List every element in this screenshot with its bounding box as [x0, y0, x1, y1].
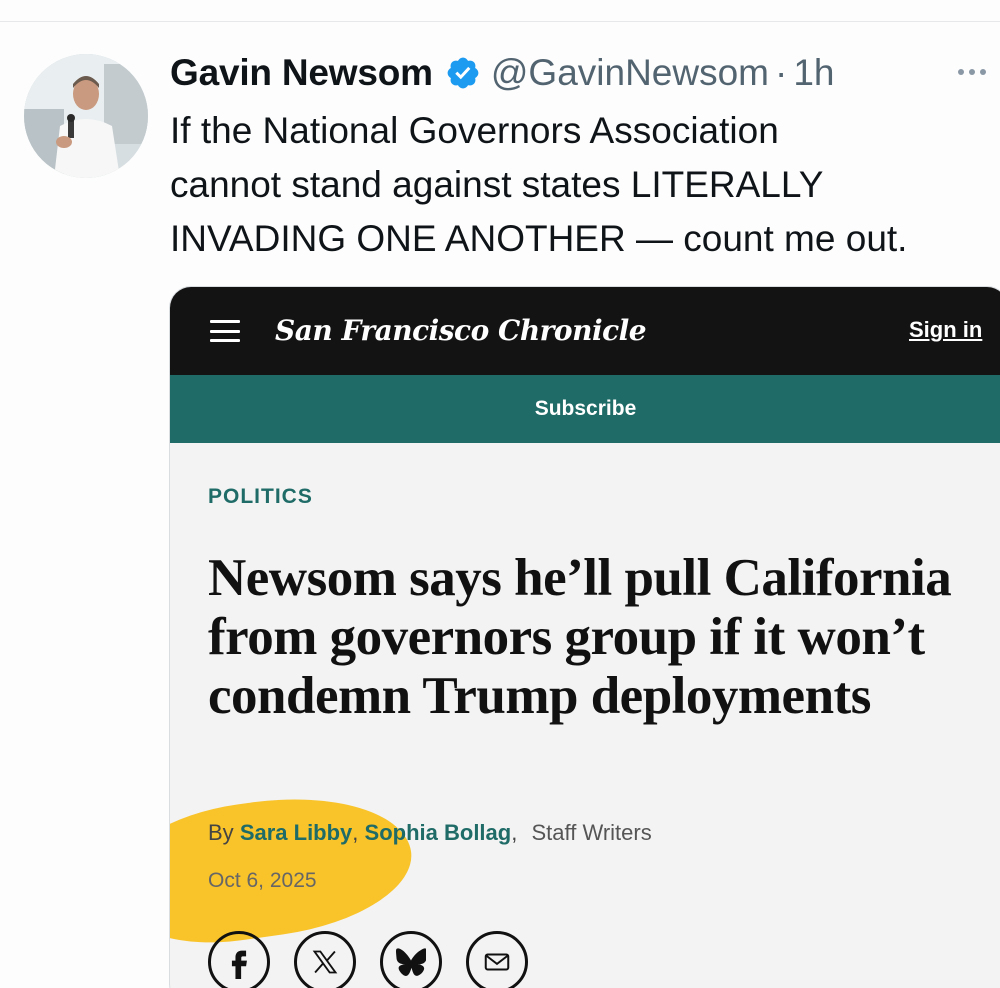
publish-date: Oct 6, 2025 — [208, 869, 317, 892]
tweet-header: Gavin Newsom @GavinNewsom · 1h — [170, 48, 834, 98]
timestamp[interactable]: 1h — [793, 52, 834, 94]
top-divider — [0, 21, 1000, 22]
x-icon[interactable] — [294, 931, 356, 988]
display-name[interactable]: Gavin Newsom — [170, 52, 433, 94]
avatar[interactable] — [24, 54, 148, 178]
author-link[interactable]: Sara Libby — [240, 820, 352, 845]
author-link[interactable]: Sophia Bollag — [365, 820, 512, 845]
handle[interactable]: @GavinNewsom — [491, 52, 769, 94]
tweet-screen: Gavin Newsom @GavinNewsom · 1h If the Na… — [0, 0, 1000, 988]
more-horizontal-icon[interactable] — [958, 62, 998, 82]
publication-masthead[interactable]: San Francisco Chronicle — [275, 309, 647, 353]
email-icon[interactable] — [466, 931, 528, 988]
time-separator: · — [775, 52, 788, 93]
subscribe-bar[interactable]: Subscribe — [170, 375, 1000, 443]
chronicle-header-bar: San Francisco Chronicle Sign in — [170, 287, 1000, 375]
facebook-icon[interactable] — [208, 931, 270, 988]
byline-separator: , — [511, 820, 518, 845]
byline-prefix: By — [208, 820, 234, 845]
article-headline[interactable]: Newsom says he’ll pull California from g… — [208, 549, 998, 726]
byline-separator: , — [352, 820, 359, 845]
share-buttons — [208, 931, 528, 988]
avatar-photo — [24, 54, 148, 178]
byline: By Sara Libby, Sophia Bollag, Staff Writ… — [208, 820, 652, 846]
bluesky-icon[interactable] — [380, 931, 442, 988]
hamburger-menu-icon[interactable] — [210, 320, 240, 342]
subscribe-button[interactable]: Subscribe — [170, 375, 1000, 443]
sign-in-link[interactable]: Sign in — [909, 317, 982, 343]
tweet-text: If the National Governors Association ca… — [170, 110, 908, 259]
byline-role: Staff Writers — [531, 820, 652, 845]
section-label[interactable]: POLITICS — [208, 485, 313, 509]
verified-badge-icon[interactable] — [445, 55, 481, 91]
article-card[interactable]: San Francisco Chronicle Sign in Subscrib… — [169, 286, 1000, 988]
